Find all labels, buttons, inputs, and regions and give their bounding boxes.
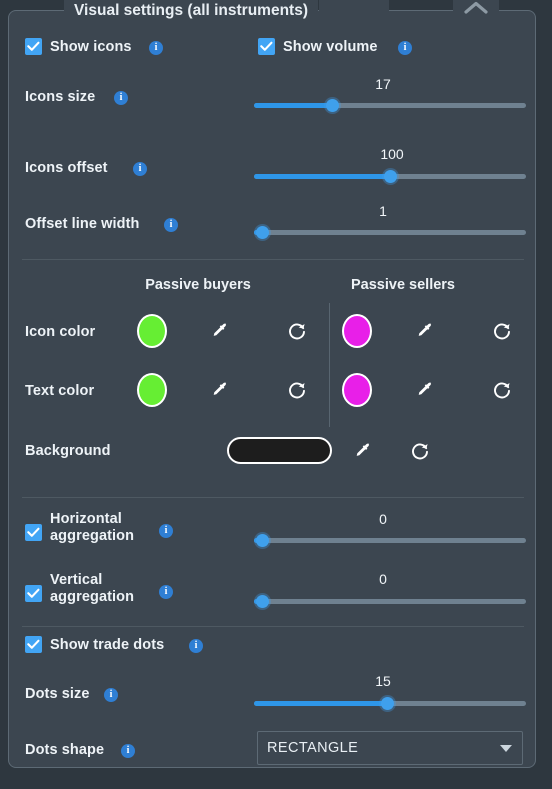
icon-color-buyers-reset-icon[interactable] — [284, 318, 310, 344]
show-trade-dots-label: Show trade dots — [50, 637, 165, 653]
icon-color-sellers-reset-icon[interactable] — [489, 318, 515, 344]
check-icon — [27, 588, 40, 598]
dots-size-info-icon[interactable]: i — [104, 688, 118, 702]
collapse-panel-button[interactable] — [453, 0, 499, 22]
slider-fill — [254, 103, 333, 108]
dots-shape-value: RECTANGLE — [267, 740, 359, 756]
offset-line-width-value: 1 — [379, 203, 387, 219]
icon-color-label: Icon color — [25, 324, 96, 340]
icon-color-buyers-swatch[interactable] — [137, 314, 167, 348]
slider-fill — [254, 174, 390, 179]
section-divider — [22, 259, 524, 260]
chevron-down-icon — [500, 745, 512, 752]
text-color-sellers-eyedropper-icon[interactable] — [412, 377, 438, 403]
slider-track — [254, 599, 526, 604]
text-color-sellers-reset-icon[interactable] — [489, 377, 515, 403]
color-column-divider — [329, 303, 330, 427]
section-divider — [22, 626, 524, 627]
horizontal-aggregation-label: Horizontal aggregation — [50, 511, 135, 544]
text-color-buyers-reset-icon[interactable] — [284, 377, 310, 403]
background-reset-icon[interactable] — [407, 438, 433, 464]
icon-color-sellers-eyedropper-icon[interactable] — [412, 318, 438, 344]
dots-size-slider[interactable] — [254, 695, 526, 713]
offset-line-width-slider[interactable] — [254, 224, 526, 242]
show-volume-info-icon[interactable]: i — [398, 41, 412, 55]
show-trade-dots-checkbox[interactable] — [25, 636, 42, 653]
dots-size-value: 15 — [375, 673, 391, 689]
horizontal-aggregation-info-icon[interactable]: i — [159, 524, 173, 538]
text-color-sellers-swatch[interactable] — [342, 373, 372, 407]
show-trade-dots-info-icon[interactable]: i — [189, 639, 203, 653]
text-color-label: Text color — [25, 383, 95, 399]
slider-thumb[interactable] — [383, 170, 397, 183]
icons-offset-value: 100 — [380, 146, 404, 162]
check-icon — [27, 527, 40, 537]
icons-size-slider[interactable] — [254, 97, 526, 115]
legend-spacer — [319, 0, 389, 21]
slider-thumb[interactable] — [380, 697, 394, 710]
check-icon — [27, 41, 40, 51]
section-divider — [22, 497, 524, 498]
horizontal-aggregation-checkbox[interactable] — [25, 524, 42, 541]
icons-size-info-icon[interactable]: i — [114, 91, 128, 105]
icon-color-sellers-swatch[interactable] — [342, 314, 372, 348]
show-icons-label: Show icons — [50, 39, 132, 55]
dots-shape-label: Dots shape — [25, 742, 105, 758]
icons-size-label: Icons size — [25, 89, 96, 105]
show-icons-checkbox[interactable] — [25, 38, 42, 55]
slider-track — [254, 230, 526, 235]
slider-thumb[interactable] — [326, 99, 340, 112]
background-color-swatch[interactable] — [227, 437, 332, 464]
show-icons-info-icon[interactable]: i — [149, 41, 163, 55]
horizontal-aggregation-value: 0 — [379, 511, 387, 527]
dots-size-label: Dots size — [25, 686, 90, 702]
slider-fill — [254, 701, 388, 706]
text-color-buyers-swatch[interactable] — [137, 373, 167, 407]
passive-sellers-header: Passive sellers — [350, 277, 456, 293]
dots-shape-info-icon[interactable]: i — [121, 744, 135, 758]
vertical-aggregation-value: 0 — [379, 571, 387, 587]
show-volume-label: Show volume — [283, 39, 378, 55]
panel-title: Visual settings (all instruments) — [64, 0, 318, 22]
vertical-aggregation-checkbox[interactable] — [25, 585, 42, 602]
background-eyedropper-icon[interactable] — [350, 438, 376, 464]
offset-line-width-info-icon[interactable]: i — [164, 218, 178, 232]
icons-offset-slider[interactable] — [254, 168, 526, 186]
dots-shape-dropdown[interactable]: RECTANGLE — [257, 731, 523, 765]
vertical-aggregation-slider[interactable] — [254, 593, 526, 611]
icons-offset-info-icon[interactable]: i — [133, 162, 147, 176]
visual-settings-panel: Visual settings (all instruments) Show i… — [8, 0, 536, 768]
offset-line-width-label: Offset line width — [25, 216, 140, 232]
slider-thumb[interactable] — [255, 226, 269, 239]
vertical-aggregation-info-icon[interactable]: i — [159, 585, 173, 599]
text-color-buyers-eyedropper-icon[interactable] — [207, 377, 233, 403]
icons-size-value: 17 — [375, 76, 391, 92]
slider-track — [254, 538, 526, 543]
check-icon — [27, 639, 40, 649]
slider-thumb[interactable] — [255, 595, 269, 608]
check-icon — [260, 41, 273, 51]
show-volume-checkbox[interactable] — [258, 38, 275, 55]
vertical-aggregation-label: Vertical aggregation — [50, 572, 135, 605]
passive-buyers-header: Passive buyers — [145, 277, 251, 293]
chevron-up-icon — [463, 0, 489, 21]
background-label: Background — [25, 443, 111, 459]
icon-color-buyers-eyedropper-icon[interactable] — [207, 318, 233, 344]
icons-offset-label: Icons offset — [25, 160, 108, 176]
horizontal-aggregation-slider[interactable] — [254, 532, 526, 550]
slider-thumb[interactable] — [255, 534, 269, 547]
visual-settings-screen: Visual settings (all instruments) Show i… — [0, 0, 552, 789]
